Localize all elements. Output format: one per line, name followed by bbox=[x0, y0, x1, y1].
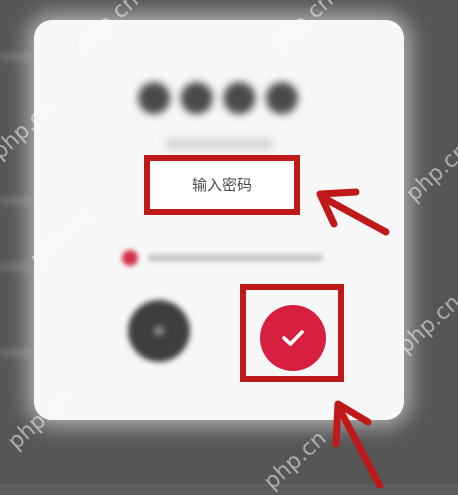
confirm-button[interactable] bbox=[260, 305, 326, 371]
password-field-highlight bbox=[144, 155, 300, 215]
close-icon bbox=[154, 326, 164, 336]
annotation-arrow-icon bbox=[316, 188, 390, 236]
password-input[interactable] bbox=[156, 167, 288, 203]
dialog-subtitle-blurred bbox=[164, 138, 274, 150]
background-blur-strip bbox=[0, 262, 30, 272]
consent-row-blurred[interactable] bbox=[118, 244, 328, 270]
consent-text-blurred bbox=[148, 254, 323, 262]
background-blur-strip bbox=[0, 52, 30, 62]
checkmark-icon bbox=[282, 330, 304, 346]
background-blur-strip bbox=[0, 196, 30, 206]
background-blur-strip bbox=[0, 348, 30, 358]
dialog-title-blurred: ●●●● bbox=[135, 70, 307, 119]
annotation-arrow-icon bbox=[332, 400, 384, 488]
cancel-button[interactable] bbox=[128, 300, 190, 362]
consent-radio-icon[interactable] bbox=[122, 250, 138, 266]
